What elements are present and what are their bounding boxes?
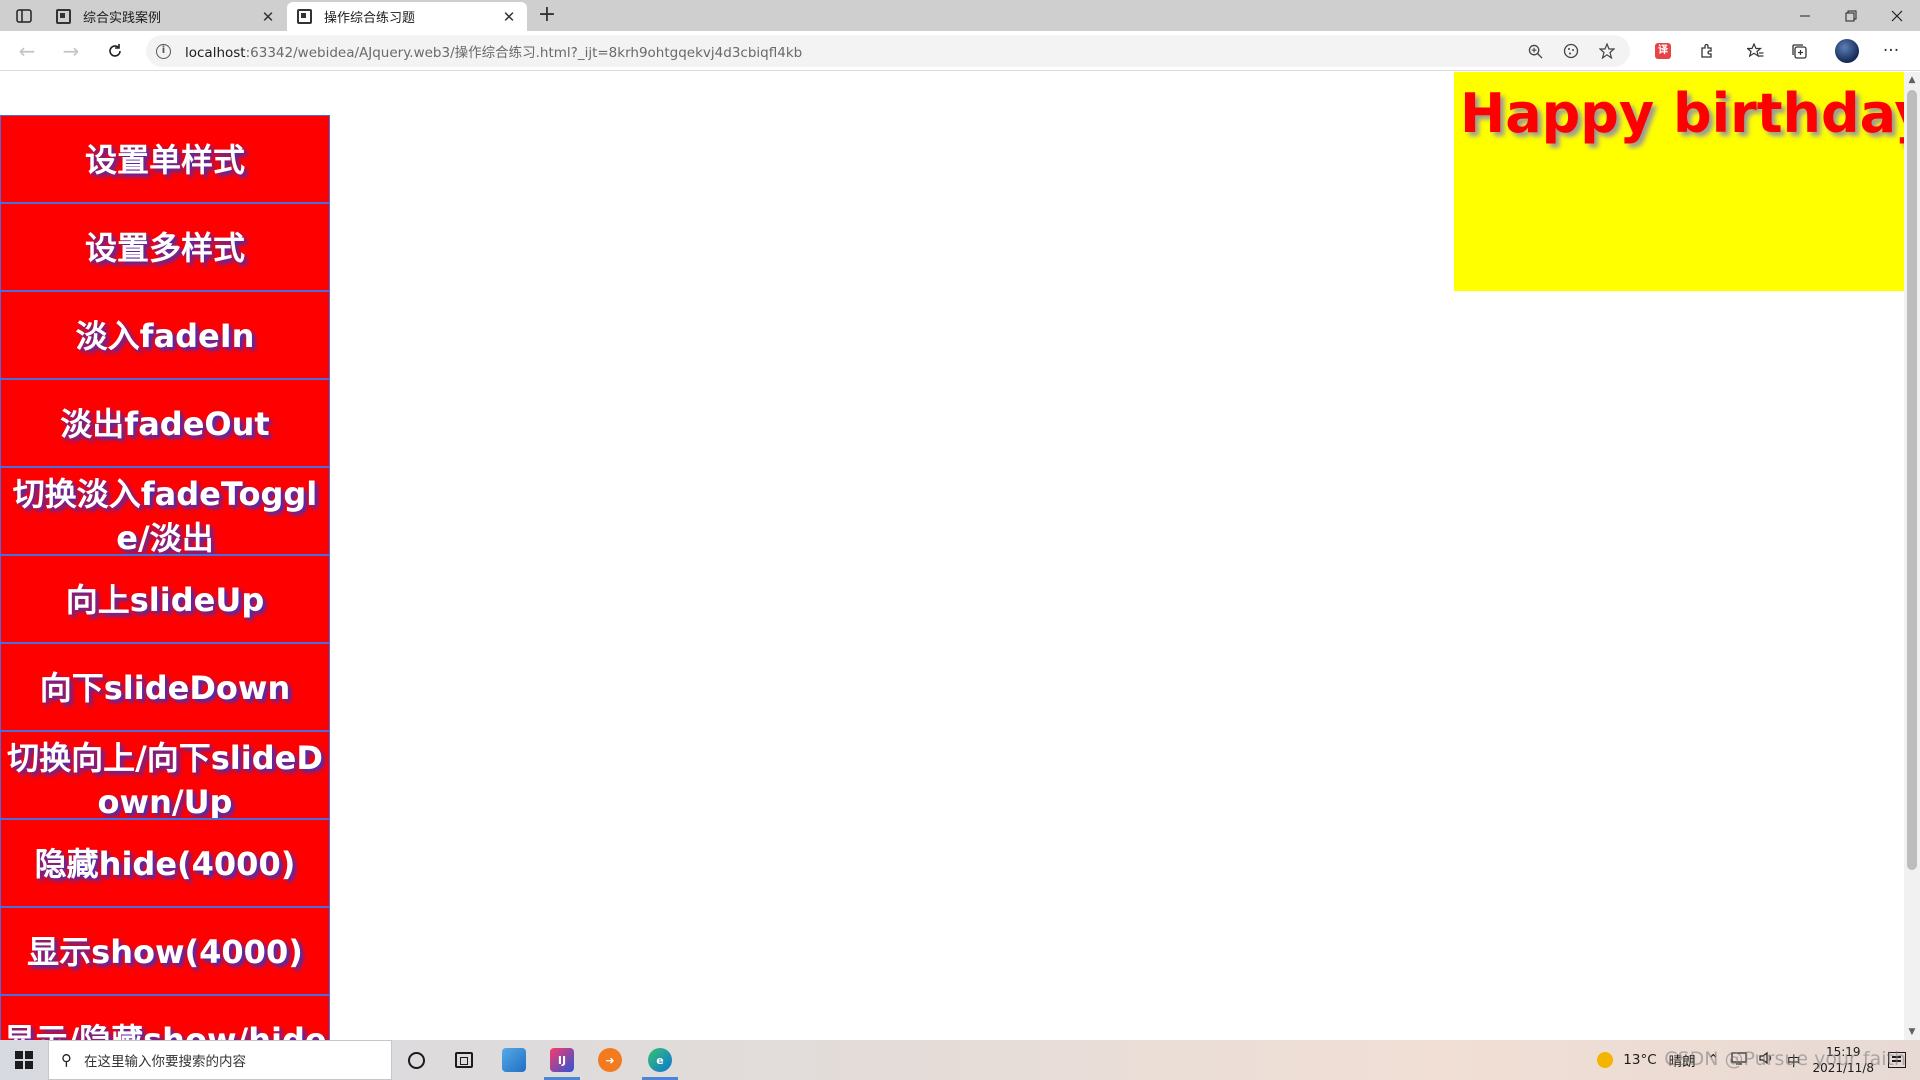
tab-active[interactable]: 操作综合练习题 ✕	[287, 2, 527, 31]
weather-temperature[interactable]: 13°C	[1623, 1052, 1656, 1068]
fade-toggle-button[interactable]: 切换淡入fadeToggle/淡出	[0, 467, 330, 555]
taskbar-search-box[interactable]: ⚲ 在这里输入你要搜索的内容	[48, 1040, 392, 1080]
page-favicon-icon	[56, 9, 71, 24]
url-path: :63342/webidea/AJquery.web3/操作综合练习.html?…	[245, 45, 803, 61]
effect-button-list: 设置单样式 设置多样式 淡入fadeIn 淡出fadeOut 切换淡入fadeT…	[0, 115, 330, 1040]
show-button[interactable]: 显示show(4000)	[0, 907, 330, 995]
weather-condition[interactable]: 晴朗	[1669, 1050, 1696, 1070]
slide-toggle-button[interactable]: 切换向上/向下slideDown/Up	[0, 731, 330, 819]
add-favorite-star-icon[interactable]	[1594, 38, 1620, 64]
show-hide-toggle-button[interactable]: 显示/隐藏show/hide	[0, 995, 330, 1040]
profile-avatar-icon[interactable]	[1832, 37, 1862, 65]
forward-arrow-icon[interactable]: →	[56, 37, 86, 65]
task-view-icon[interactable]	[440, 1040, 488, 1080]
clock-time: 15:19	[1825, 1045, 1861, 1059]
birthday-banner: Happy birthday	[1454, 72, 1904, 291]
page-favicon-icon	[297, 9, 312, 24]
url-text[interactable]: localhost:63342/webidea/AJquery.web3/操作综…	[185, 41, 1512, 61]
site-info-icon[interactable]: i	[156, 43, 171, 59]
favorites-icon[interactable]	[1740, 37, 1770, 65]
tab-actions-icon[interactable]	[10, 5, 38, 27]
set-single-style-button[interactable]: 设置单样式	[0, 115, 330, 203]
set-multi-style-button[interactable]: 设置多样式	[0, 203, 330, 291]
windows-start-icon[interactable]	[0, 1040, 48, 1080]
network-icon[interactable]	[1731, 1051, 1747, 1069]
fade-in-button[interactable]: 淡入fadeIn	[0, 291, 330, 379]
minimize-window-icon[interactable]	[1782, 0, 1828, 31]
slide-down-button[interactable]: 向下slideDown	[0, 643, 330, 731]
tab-inactive[interactable]: 综合实践案例 ✕	[46, 2, 286, 31]
search-icon: ⚲	[61, 1051, 72, 1069]
birthday-text: Happy birthday	[1460, 82, 1904, 145]
intellij-idea-icon[interactable]: IJ	[538, 1040, 586, 1080]
ime-indicator[interactable]: 中	[1787, 1050, 1801, 1070]
close-tab-icon[interactable]: ✕	[501, 8, 517, 26]
restore-window-icon[interactable]	[1828, 0, 1874, 31]
tray-overflow-chevron-icon[interactable]: ⌃	[1708, 1052, 1719, 1068]
scroll-down-arrow-icon[interactable]: ▼	[1904, 1024, 1920, 1040]
scroll-up-arrow-icon[interactable]: ▲	[1904, 72, 1920, 88]
extension-red-icon[interactable]: 译	[1648, 37, 1678, 65]
page-viewport: 设置单样式 设置多样式 淡入fadeIn 淡出fadeOut 切换淡入fadeT…	[0, 72, 1904, 1040]
tracking-prevention-icon[interactable]	[1558, 38, 1584, 64]
app-orange-icon[interactable]: ➜	[586, 1040, 634, 1080]
windows-taskbar: ⚲ 在这里输入你要搜索的内容 IJ ➜ e 13°C 晴朗 ⌃ 中 15:19 …	[0, 1040, 1920, 1080]
slide-up-button[interactable]: 向上slideUp	[0, 555, 330, 643]
page-scrollbar[interactable]: ▲ ▼	[1904, 72, 1920, 1040]
close-window-icon[interactable]	[1874, 0, 1920, 31]
tab-title: 综合实践案例	[83, 11, 162, 26]
clock-date: 2021/11/8	[1812, 1061, 1874, 1075]
notification-center-icon[interactable]	[1888, 1052, 1906, 1068]
scroll-thumb[interactable]	[1907, 90, 1917, 870]
browser-toolbar: ← → i localhost:63342/webidea/AJquery.we…	[0, 31, 1920, 71]
close-tab-icon[interactable]: ✕	[260, 8, 276, 26]
search-placeholder: 在这里输入你要搜索的内容	[84, 1054, 246, 1070]
zoom-icon[interactable]	[1522, 38, 1548, 64]
back-arrow-icon[interactable]: ←	[12, 37, 42, 65]
cortana-icon[interactable]	[392, 1040, 440, 1080]
file-explorer-icon[interactable]	[490, 1040, 538, 1080]
address-bar[interactable]: i localhost:63342/webidea/AJquery.web3/操…	[146, 35, 1630, 67]
extensions-puzzle-icon[interactable]	[1692, 37, 1722, 65]
new-tab-button[interactable]: +	[534, 3, 560, 29]
edge-browser-icon[interactable]: e	[636, 1040, 684, 1080]
collections-icon[interactable]	[1784, 37, 1814, 65]
fade-out-button[interactable]: 淡出fadeOut	[0, 379, 330, 467]
volume-icon[interactable]	[1759, 1051, 1775, 1069]
system-tray: 13°C 晴朗 ⌃ 中 15:19 2021/11/8	[1597, 1040, 1920, 1080]
hide-button[interactable]: 隐藏hide(4000)	[0, 819, 330, 907]
taskbar-clock[interactable]: 15:19 2021/11/8	[1812, 1044, 1874, 1076]
tab-strip: 综合实践案例 ✕ 操作综合练习题 ✕ +	[0, 0, 1920, 31]
tab-title: 操作综合练习题	[324, 11, 416, 26]
weather-sun-icon[interactable]	[1597, 1052, 1614, 1068]
more-menu-icon[interactable]: ···	[1876, 37, 1906, 65]
refresh-icon[interactable]	[100, 37, 130, 65]
url-host: localhost	[185, 45, 246, 61]
